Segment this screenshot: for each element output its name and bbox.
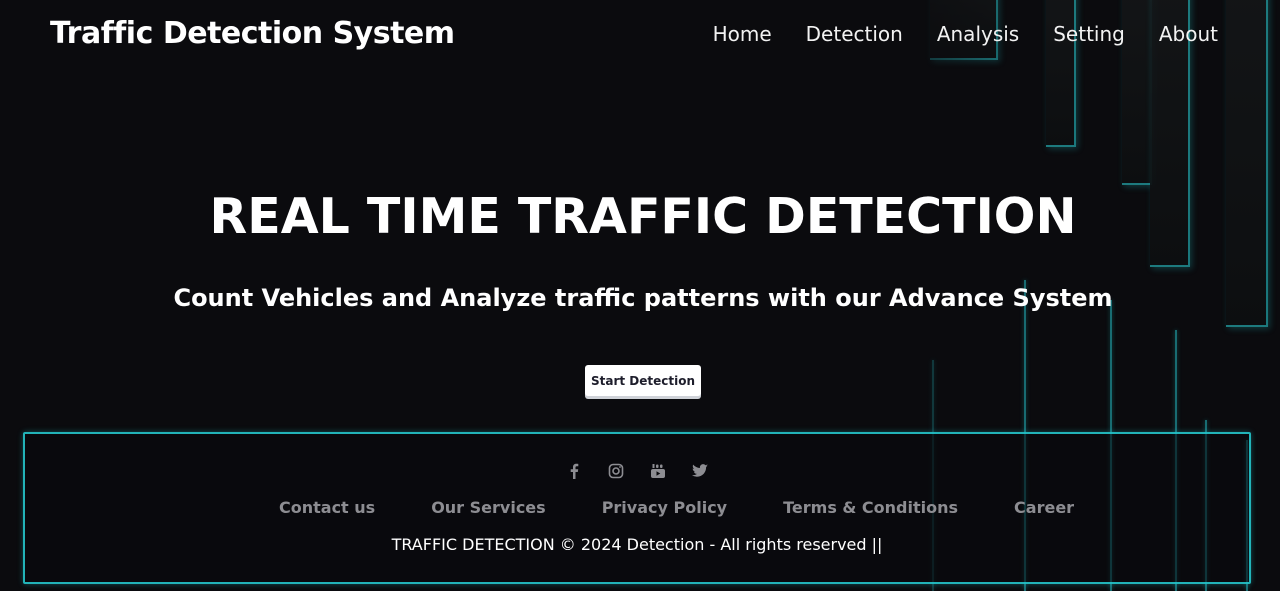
facebook-icon[interactable] <box>565 462 583 480</box>
nav-home[interactable]: Home <box>713 22 772 46</box>
nav-analysis[interactable]: Analysis <box>937 22 1019 46</box>
twitter-icon[interactable] <box>691 462 709 480</box>
footer-link-our-services[interactable]: Our Services <box>431 498 546 517</box>
footer: Contact us Our Services Privacy Policy T… <box>23 432 1251 584</box>
start-detection-button[interactable]: Start Detection <box>585 365 701 396</box>
social-links <box>565 462 715 480</box>
top-navbar: Traffic Detection System Home Detection … <box>0 0 1280 70</box>
footer-links: Contact us Our Services Privacy Policy T… <box>279 498 1074 517</box>
hero-subtitle: Count Vehicles and Analyze traffic patte… <box>173 284 1113 312</box>
nav-about[interactable]: About <box>1159 22 1218 46</box>
hero-title: REAL TIME TRAFFIC DETECTION <box>209 188 1077 245</box>
footer-link-contact-us[interactable]: Contact us <box>279 498 375 517</box>
copyright-text: TRAFFIC DETECTION © 2024 Detection - All… <box>391 535 883 554</box>
page: Traffic Detection System Home Detection … <box>0 0 1280 591</box>
site-brand[interactable]: Traffic Detection System <box>50 16 455 51</box>
nav-detection[interactable]: Detection <box>806 22 903 46</box>
instagram-icon[interactable] <box>607 462 625 480</box>
footer-link-privacy-policy[interactable]: Privacy Policy <box>602 498 727 517</box>
youtube-icon[interactable] <box>649 462 667 480</box>
main-nav: Home Detection Analysis Setting About <box>713 22 1218 46</box>
nav-setting[interactable]: Setting <box>1053 22 1125 46</box>
footer-link-terms-conditions[interactable]: Terms & Conditions <box>783 498 958 517</box>
footer-link-career[interactable]: Career <box>1014 498 1074 517</box>
